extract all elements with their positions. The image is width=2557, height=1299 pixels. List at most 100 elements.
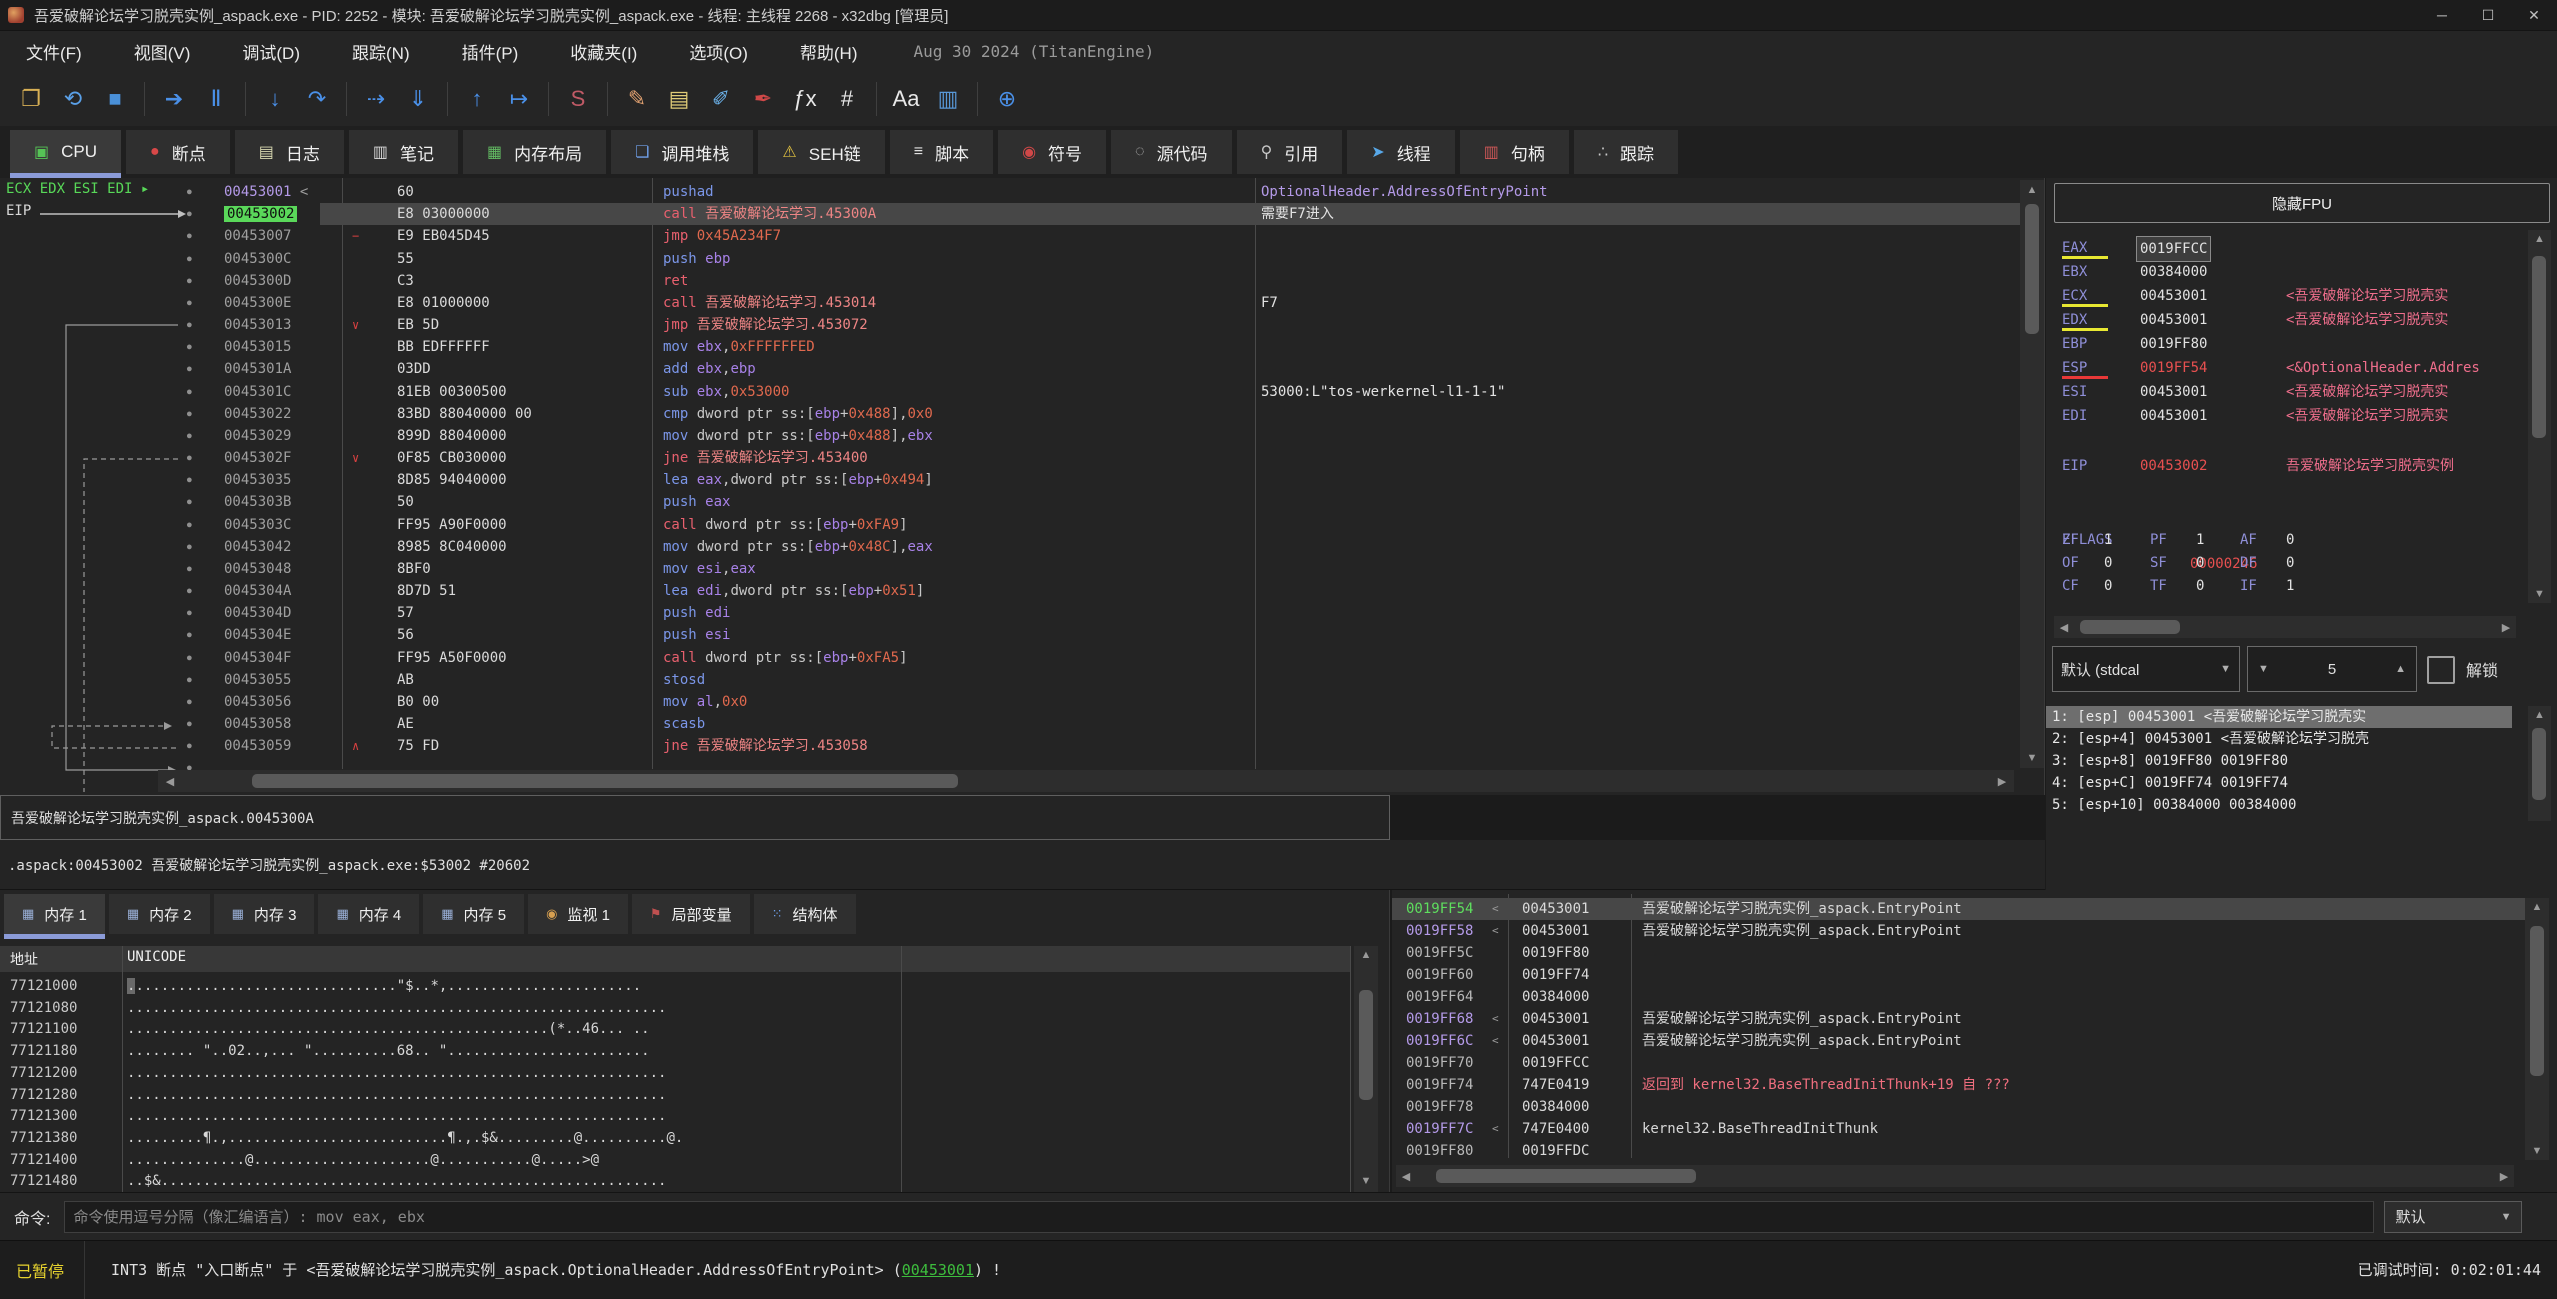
disasm-row[interactable]: ●0045300DC3ret bbox=[0, 270, 2045, 292]
stack-pane[interactable]: 0019FF54<00453001吾爱破解论坛学习脱壳实例_aspack.Ent… bbox=[1392, 890, 2557, 1192]
stack-row[interactable]: 0019FF5C0019FF80 bbox=[1392, 942, 2525, 964]
scroll-down-arrow[interactable]: ▼ bbox=[2525, 1144, 2549, 1158]
scroll-up-arrow[interactable]: ▲ bbox=[2528, 232, 2551, 246]
scrollbar-thumb[interactable] bbox=[2532, 728, 2546, 800]
breakpoint-bullet[interactable]: ● bbox=[186, 491, 193, 513]
breakpoint-bullet[interactable]: ● bbox=[186, 425, 193, 447]
argument-row[interactable]: 1: [esp] 00453001 <吾爱破解论坛学习脱壳实 bbox=[2046, 706, 2512, 728]
close-button[interactable]: ✕ bbox=[2511, 0, 2557, 30]
fx-icon[interactable]: ƒx bbox=[784, 79, 826, 119]
tab-日志[interactable]: ▤日志 bbox=[235, 130, 344, 174]
script-run-icon[interactable]: S bbox=[557, 79, 599, 119]
step-over-icon[interactable]: ↷ bbox=[296, 79, 338, 119]
scrollbar-thumb[interactable] bbox=[252, 774, 958, 788]
memory-dump-pane[interactable]: ▦内存 1▦内存 2▦内存 3▦内存 4▦内存 5◉监视 1⚑局部变量⁙结构体 … bbox=[0, 890, 1390, 1192]
unlock-checkbox[interactable] bbox=[2427, 656, 2455, 684]
breakpoint-bullet[interactable]: ● bbox=[186, 381, 193, 403]
breakpoint-bullet[interactable]: ● bbox=[186, 735, 193, 757]
dump-tab-内存 4[interactable]: ▦内存 4 bbox=[318, 894, 419, 934]
disassembly-pane[interactable]: ●00453001 <60pushadOptionalHeader.Addres… bbox=[0, 178, 2045, 795]
spinner-down-icon[interactable]: ▼ bbox=[2258, 663, 2269, 675]
tab-调用堆栈[interactable]: ❏调用堆栈 bbox=[611, 130, 753, 174]
dump-row[interactable]: 77121300................................… bbox=[0, 1105, 1350, 1127]
disasm-row[interactable]: ●0045300EE8 01000000call 吾爱破解论坛学习.453014… bbox=[0, 292, 2045, 314]
restart-icon[interactable]: ⟲ bbox=[52, 79, 94, 119]
dump-row[interactable]: 77121480..$&............................… bbox=[0, 1170, 1350, 1192]
breakpoint-bullet[interactable]: ● bbox=[186, 536, 193, 558]
stack-row[interactable]: 0019FF54<00453001吾爱破解论坛学习脱壳实例_aspack.Ent… bbox=[1392, 898, 2525, 920]
menu-item-p[interactable]: 插件(P) bbox=[436, 31, 545, 71]
dump-row[interactable]: 77121100................................… bbox=[0, 1018, 1350, 1040]
scroll-right-arrow[interactable]: ▶ bbox=[2498, 616, 2514, 638]
status-address-link[interactable]: 00453001 bbox=[902, 1261, 974, 1279]
tab-引用[interactable]: ⚲引用 bbox=[1237, 130, 1343, 174]
dump-tab-内存 3[interactable]: ▦内存 3 bbox=[214, 894, 315, 934]
breakpoint-bullet[interactable]: ● bbox=[186, 691, 193, 713]
disasm-row[interactable]: ●00453055ABstosd bbox=[0, 669, 2045, 691]
breakpoint-bullet[interactable]: ● bbox=[186, 469, 193, 491]
dump-tab-内存 2[interactable]: ▦内存 2 bbox=[109, 894, 210, 934]
open-file-icon[interactable]: ❐ bbox=[10, 79, 52, 119]
tab-脚本[interactable]: ≡脚本 bbox=[890, 130, 993, 174]
dump-row[interactable]: 77121280................................… bbox=[0, 1084, 1350, 1106]
scroll-down-arrow[interactable]: ▼ bbox=[1354, 1174, 1378, 1188]
hash-icon[interactable]: # bbox=[826, 79, 868, 119]
breakpoint-bullet[interactable]: ● bbox=[186, 514, 193, 536]
menu-item-o[interactable]: 选项(O) bbox=[663, 31, 774, 71]
run-to-user-code-icon[interactable]: ↦ bbox=[498, 79, 540, 119]
dump-row[interactable]: 77121400..............@.................… bbox=[0, 1149, 1350, 1171]
menu-item-h[interactable]: 帮助(H) bbox=[774, 31, 884, 71]
stack-row[interactable]: 0019FF700019FFCC bbox=[1392, 1052, 2525, 1074]
breakpoint-bullet[interactable]: ● bbox=[186, 602, 193, 624]
argument-count-spinner[interactable]: ▼ 5 ▲ bbox=[2247, 646, 2417, 692]
scrollbar-thumb[interactable] bbox=[2080, 620, 2180, 634]
tab-跟踪[interactable]: ∴跟踪 bbox=[1574, 130, 1678, 174]
disasm-row[interactable]: ●004530358D85 94040000lea eax,dword ptr … bbox=[0, 469, 2045, 491]
stack-row[interactable]: 0019FF6400384000 bbox=[1392, 986, 2525, 1008]
dump-row[interactable]: 77121380.........¶.,....................… bbox=[0, 1127, 1350, 1149]
tab-CPU[interactable]: ▣CPU bbox=[10, 130, 121, 174]
tab-符号[interactable]: ◉符号 bbox=[998, 130, 1106, 174]
dump-tab-内存 5[interactable]: ▦内存 5 bbox=[423, 894, 524, 934]
chart-icon[interactable]: ▥ bbox=[927, 79, 969, 119]
step-into-icon[interactable]: ↓ bbox=[254, 79, 296, 119]
breakpoint-bullet[interactable]: ● bbox=[186, 292, 193, 314]
scrollbar-thumb[interactable] bbox=[2025, 204, 2039, 334]
disasm-row[interactable]: ●004530488BF0mov esi,eax bbox=[0, 558, 2045, 580]
spinner-up-icon[interactable]: ▲ bbox=[2395, 663, 2406, 675]
argument-row[interactable]: 5: [esp+10] 00384000 00384000 bbox=[2046, 794, 2512, 816]
disasm-row[interactable]: ●00453056B0 00mov al,0x0 bbox=[0, 691, 2045, 713]
disasm-row[interactable]: ●0045303CFF95 A90F0000call dword ptr ss:… bbox=[0, 514, 2045, 536]
disasm-row[interactable]: ●00453059∧75 FDjne 吾爱破解论坛学习.453058 bbox=[0, 735, 2045, 757]
menu-item-d[interactable]: 调试(D) bbox=[216, 31, 326, 71]
font-icon[interactable]: Aa bbox=[885, 79, 927, 119]
run-icon[interactable]: ➔ bbox=[153, 79, 195, 119]
disasm-row[interactable]: ●00453013∨EB 5Djmp 吾爱破解论坛学习.453072 bbox=[0, 314, 2045, 336]
scroll-down-arrow[interactable]: ▼ bbox=[2528, 587, 2551, 601]
scroll-down-arrow[interactable]: ▼ bbox=[2020, 750, 2044, 766]
disasm-row[interactable]: ●0045304A8D7D 51lea edi,dword ptr ss:[eb… bbox=[0, 580, 2045, 602]
stack-hscrollbar[interactable]: ◀ ▶ bbox=[1396, 1165, 2514, 1187]
disasm-row[interactable]: ●0045301C81EB 00300500sub ebx,0x53000530… bbox=[0, 381, 2045, 403]
tab-断点[interactable]: ●断点 bbox=[126, 130, 230, 174]
trace-over-icon[interactable]: ⇓ bbox=[397, 79, 439, 119]
breakpoint-bullet[interactable]: ● bbox=[186, 669, 193, 691]
stack-vscrollbar[interactable]: ▲ ▼ bbox=[2525, 898, 2549, 1160]
scroll-left-arrow[interactable]: ◀ bbox=[1398, 1165, 1414, 1187]
scrollbar-thumb[interactable] bbox=[1359, 990, 1373, 1100]
registers-hscrollbar[interactable]: ◀ ▶ bbox=[2054, 616, 2516, 638]
menu-item-n[interactable]: 跟踪(N) bbox=[326, 31, 436, 71]
scroll-up-arrow[interactable]: ▲ bbox=[1354, 948, 1378, 962]
breakpoint-bullet[interactable]: ● bbox=[186, 270, 193, 292]
scroll-right-arrow[interactable]: ▶ bbox=[2496, 1165, 2512, 1187]
assemble-icon[interactable]: ✎ bbox=[616, 79, 658, 119]
disasm-row[interactable]: ●0045300C55push ebp bbox=[0, 248, 2045, 270]
command-input[interactable] bbox=[64, 1201, 2374, 1233]
argument-row[interactable]: 3: [esp+8] 0019FF80 0019FF80 bbox=[2046, 750, 2512, 772]
disasm-row[interactable]: ●004530428985 8C040000mov dword ptr ss:[… bbox=[0, 536, 2045, 558]
disasm-row[interactable]: ●0045303B50push eax bbox=[0, 491, 2045, 513]
dump-tab-监视 1[interactable]: ◉监视 1 bbox=[528, 894, 628, 934]
maximize-button[interactable]: ☐ bbox=[2465, 0, 2511, 30]
stack-row[interactable]: 0019FF68<00453001吾爱破解论坛学习脱壳实例_aspack.Ent… bbox=[1392, 1008, 2525, 1030]
dump-vscrollbar[interactable]: ▲ ▼ bbox=[1354, 946, 1378, 1192]
